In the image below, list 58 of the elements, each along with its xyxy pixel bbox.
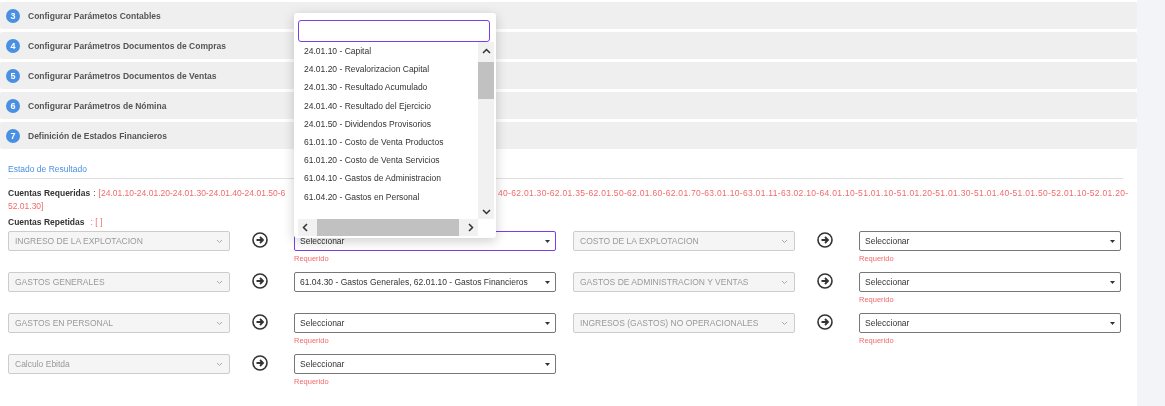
chevron-icon	[781, 238, 788, 244]
account-select[interactable]: Seleccionar	[294, 313, 556, 333]
step-number: 3	[6, 8, 20, 23]
arrow-right-icon	[817, 232, 833, 248]
dropdown-option[interactable]: 61.04.20 - Gastos en Personal	[298, 187, 478, 206]
step-title: Configurar Parámetros de Nómina	[28, 100, 167, 111]
required-accounts-label: Cuentas Requeridas	[8, 187, 91, 200]
caret-icon	[545, 280, 550, 284]
required-accounts-list: 40-62.01.30-62.01.35-62.01.50-62.01.60-62.01.70-63.01.10-63.01.11-63.02.10-64.01.10-51.01.10-51.01.20-51.01.30-51.01.40-51.01.50-52.01.10-52.01.20-	[498, 187, 1129, 200]
horizontal-scrollbar[interactable]	[298, 219, 478, 236]
scrollbar-thumb[interactable]	[317, 219, 459, 236]
arrow-right-icon	[817, 273, 833, 289]
scroll-up-icon[interactable]	[481, 48, 491, 54]
chevron-icon	[216, 238, 223, 244]
step-number: 7	[6, 128, 20, 143]
scroll-left-icon[interactable]	[302, 223, 308, 232]
arrow-right-icon	[817, 314, 833, 330]
step-number: 5	[6, 68, 20, 83]
arrow-right-icon	[252, 232, 268, 248]
caret-icon	[1110, 239, 1115, 243]
search-field[interactable]	[298, 20, 490, 42]
separator: :	[93, 187, 96, 200]
chevron-icon	[216, 361, 223, 367]
chevron-icon	[781, 320, 788, 326]
account-select[interactable]: 61.04.30 - Gastos Generales, 62.01.10 - Gastos Financieros	[294, 272, 556, 292]
step-number: 4	[6, 38, 20, 53]
caret-icon	[1110, 280, 1115, 284]
caret-icon	[545, 321, 550, 325]
scrollbar-thumb[interactable]	[478, 62, 494, 99]
arrow-right-icon	[252, 314, 268, 330]
repeated-accounts-label: Cuentas Repetidas	[8, 217, 85, 227]
dropdown-option[interactable]: 24.01.20 - Revalorizacion Capital	[298, 60, 478, 79]
step-title: Configurar Parámetros Documentos de Ventas	[28, 70, 217, 81]
dropdown-option[interactable]: 61.01.10 - Costo de Venta Productos	[298, 132, 478, 152]
arrow-right-icon	[252, 273, 268, 289]
required-accounts-list: [24.01.10-24.01.20-24.01.30-24.01.40-24.01.50-6	[98, 187, 286, 200]
account-select[interactable]: Seleccionar	[294, 354, 556, 374]
step-title: Definición de Estados Financieros	[28, 130, 167, 141]
chevron-icon	[216, 279, 223, 285]
step-title: Configurar Parámetros Documentos de Compras	[28, 40, 226, 51]
scroll-right-icon[interactable]	[468, 223, 474, 232]
account-select[interactable]: Seleccionar	[859, 231, 1121, 251]
arrow-right-icon	[252, 355, 268, 371]
repeated-accounts-value: : [ ]	[90, 217, 103, 227]
dropdown-option[interactable]: 24.01.40 - Resultado del Ejercicio	[298, 96, 478, 115]
chevron-icon	[781, 279, 788, 285]
chevron-icon	[216, 320, 223, 326]
caret-icon	[545, 239, 550, 243]
step-number: 6	[6, 98, 20, 113]
account-select[interactable]: Seleccionar	[859, 272, 1121, 292]
dropdown-option[interactable]: 24.01.10 - Capital	[298, 42, 478, 61]
caret-icon	[545, 362, 550, 366]
step-title: Configurar Parámetos Contables	[28, 10, 161, 21]
caret-icon	[1110, 321, 1115, 325]
vertical-scrollbar[interactable]	[478, 42, 494, 219]
required-accounts-list: 52.01.30]	[8, 201, 44, 211]
scroll-down-icon[interactable]	[481, 209, 491, 215]
account-select[interactable]: Seleccionar	[859, 313, 1121, 333]
